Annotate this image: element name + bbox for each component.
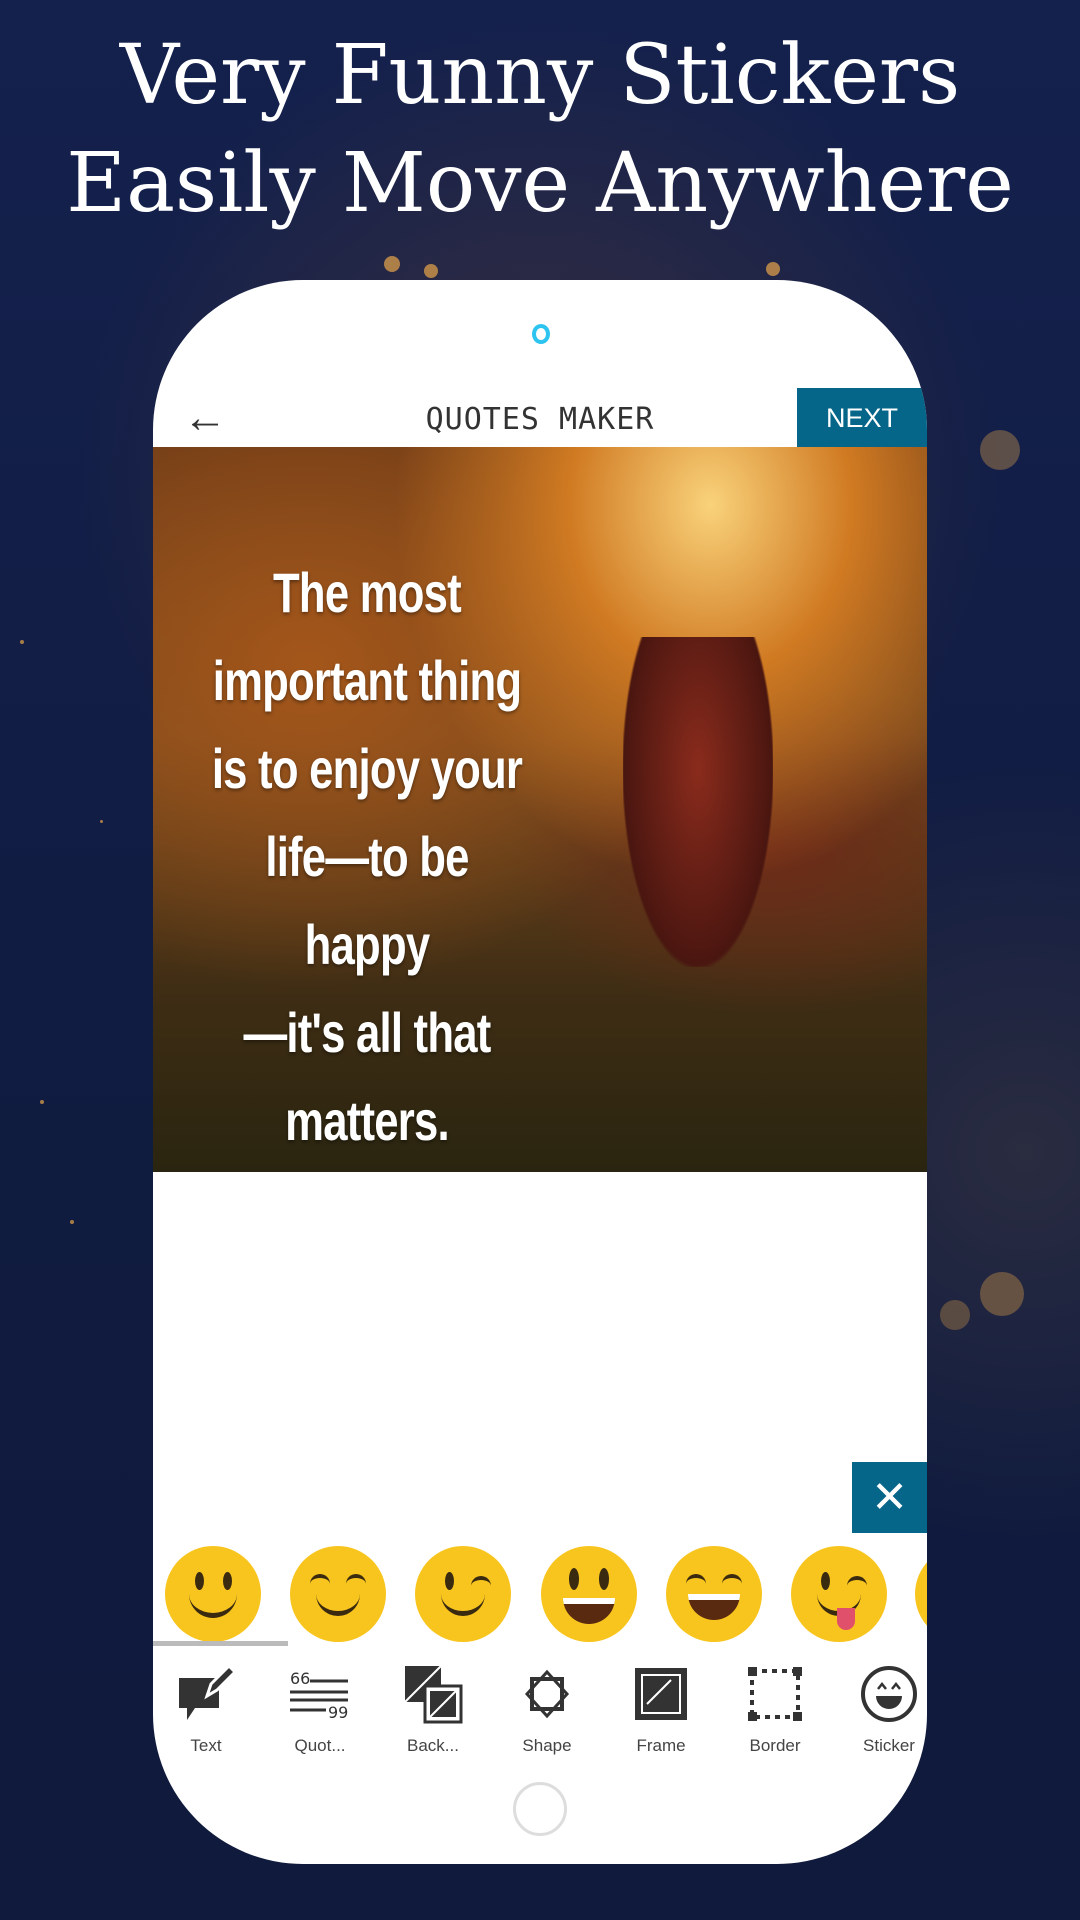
headline-line-2: Easily Move Anywhere bbox=[66, 136, 1014, 231]
sticker-smiling[interactable] bbox=[165, 1546, 261, 1642]
tool-label: Frame bbox=[636, 1736, 686, 1755]
quote-line: important thing bbox=[212, 649, 522, 712]
tool-label: Sticker bbox=[863, 1736, 915, 1755]
sticker-icon bbox=[834, 1662, 927, 1726]
quote-line: —it's all that bbox=[243, 1001, 491, 1064]
camera-icon bbox=[532, 324, 550, 344]
sticker-winking[interactable] bbox=[415, 1546, 511, 1642]
quote-line: life—to be happy bbox=[265, 825, 469, 976]
quote-line: is to enjoy your bbox=[211, 737, 523, 800]
quote-line: matters. bbox=[285, 1089, 449, 1152]
headline-line-1: Very Funny Stickers bbox=[119, 28, 961, 123]
background-icon bbox=[378, 1662, 488, 1726]
phone-mockup: ← QUOTES MAKER NEXT The most important t… bbox=[153, 280, 927, 1864]
shape-icon bbox=[492, 1662, 602, 1726]
svg-text:66: 66 bbox=[290, 1670, 310, 1688]
tool-sticker[interactable]: Sticker bbox=[834, 1662, 927, 1756]
home-button[interactable] bbox=[513, 1782, 567, 1836]
tool-border[interactable]: Border bbox=[720, 1662, 830, 1756]
quote-icon: 66 99 bbox=[265, 1662, 375, 1726]
close-sticker-panel-button[interactable]: ✕ bbox=[852, 1462, 927, 1533]
quote-canvas[interactable]: The most important thing is to enjoy you… bbox=[153, 447, 927, 1172]
tool-label: Text bbox=[190, 1736, 222, 1755]
promo-headline: Very Funny Stickers Easily Move Anywhere bbox=[0, 22, 1080, 238]
sticker-grinning[interactable] bbox=[541, 1546, 637, 1642]
tool-shape[interactable]: Shape bbox=[492, 1662, 602, 1756]
sticker-partial[interactable] bbox=[915, 1546, 927, 1642]
app-bar: ← QUOTES MAKER NEXT bbox=[153, 388, 927, 447]
next-button[interactable]: NEXT bbox=[797, 388, 927, 447]
sticker-smiling-eyes-closed[interactable] bbox=[290, 1546, 386, 1642]
frame-icon bbox=[606, 1662, 716, 1726]
quote-text[interactable]: The most important thing is to enjoy you… bbox=[208, 549, 526, 1165]
sticker-strip[interactable] bbox=[153, 1542, 927, 1652]
sticker-laughing[interactable] bbox=[666, 1546, 762, 1642]
tool-frame[interactable]: Frame bbox=[606, 1662, 716, 1756]
text-edit-icon bbox=[153, 1662, 261, 1726]
close-icon: ✕ bbox=[871, 1473, 908, 1522]
tool-background[interactable]: Back... bbox=[378, 1662, 488, 1756]
tool-label: Quot... bbox=[294, 1736, 346, 1755]
border-icon bbox=[720, 1662, 830, 1726]
svg-text:99: 99 bbox=[328, 1703, 348, 1718]
quote-line: The most bbox=[273, 561, 462, 624]
tool-label: Border bbox=[749, 1736, 801, 1755]
sticker-scrollbar[interactable] bbox=[153, 1641, 288, 1646]
tool-label: Shape bbox=[522, 1736, 572, 1755]
sticker-tongue-out[interactable] bbox=[791, 1546, 887, 1642]
photo-subject bbox=[623, 637, 773, 967]
tool-text[interactable]: Text bbox=[153, 1662, 261, 1756]
tool-label: Back... bbox=[407, 1736, 459, 1755]
tool-quote[interactable]: 66 99 Quot... bbox=[265, 1662, 375, 1756]
